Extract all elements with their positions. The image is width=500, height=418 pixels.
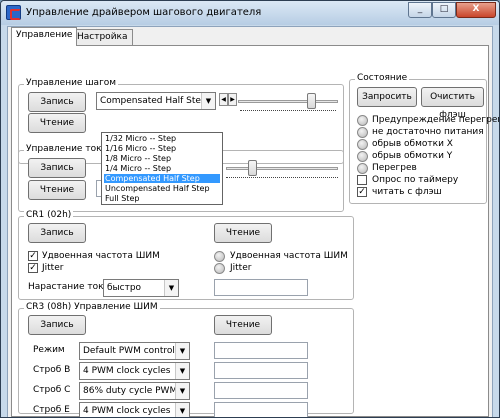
read-flash-checkbox[interactable]: ✓ (357, 187, 367, 197)
step-option-1-8[interactable]: 1/8 Micro -- Step (104, 154, 220, 163)
overheat-warning-indicator (357, 115, 368, 126)
read-double-pwm-label: Удвоенная частота ШИМ (230, 251, 348, 261)
pwm-mode-combo[interactable]: Default PWM control ▼ (79, 342, 190, 360)
strobe-b-combo[interactable]: 4 PWM clock cycles ▼ (79, 362, 190, 380)
cr1-title: CR1 (02h) (24, 210, 74, 220)
current-slider-thumb[interactable] (248, 160, 257, 176)
strobe-e-value: 4 PWM clock cycles (83, 406, 171, 416)
strobe-c-value: 86% duty cycle PWM regu (83, 386, 190, 396)
current-read-button[interactable]: Чтение (28, 180, 86, 200)
strobe-e-read-field[interactable] (214, 402, 308, 417)
strobe-b-read-field[interactable] (214, 362, 308, 379)
step-mode-combo[interactable]: Compensated Half Step ▼ (96, 92, 216, 110)
open-winding-y-label: обрыв обмотки Y (372, 151, 453, 161)
window-title: Управление драйвером шагового двигателя (26, 7, 262, 18)
tab-control[interactable]: Управление (11, 27, 78, 46)
jitter-checkbox[interactable]: ✓ (28, 263, 38, 273)
step-option-compensated-half[interactable]: Compensated Half Step (104, 174, 220, 183)
step-slider-ticks (240, 110, 336, 112)
cr3-write-button[interactable]: Запись (28, 315, 86, 335)
strobe-b-label: Строб B (33, 365, 71, 375)
current-slider-track[interactable] (226, 167, 338, 170)
cr3-read-button[interactable]: Чтение (214, 315, 272, 335)
step-read-button[interactable]: Чтение (28, 113, 86, 133)
undervoltage-label: не достаточно питания (372, 127, 484, 137)
current-rise-value: быстро (107, 283, 142, 293)
strobe-e-label: Строб E (33, 405, 70, 415)
chevron-down-icon: ▼ (175, 343, 189, 359)
step-option-full[interactable]: Full Step (104, 194, 220, 203)
double-pwm-label: Удвоенная частота ШИМ (42, 251, 160, 261)
step-control-title: Управление шагом (24, 78, 119, 88)
read-double-pwm-indicator (214, 251, 225, 262)
spin-left-icon[interactable]: ◀ (219, 93, 228, 106)
overheat-label: Перегрев (372, 163, 417, 173)
cr1-write-button[interactable]: Запись (28, 223, 86, 243)
request-button[interactable]: Запросить (357, 87, 417, 107)
chevron-down-icon: ▼ (164, 280, 178, 296)
step-option-uncompensated-half[interactable]: Uncompensated Half Step (104, 184, 220, 193)
spin-right-icon[interactable]: ▶ (228, 93, 237, 106)
jitter-label: Jitter (42, 263, 64, 273)
status-title: Состояние (355, 73, 410, 83)
strobe-c-combo[interactable]: 86% duty cycle PWM regu ▼ (79, 382, 190, 400)
app-window: Управление драйвером шагового двигателя … (0, 0, 500, 418)
overheat-indicator (357, 163, 368, 174)
cr1-read-button[interactable]: Чтение (214, 223, 272, 243)
step-mode-value: Compensated Half Step (100, 96, 207, 106)
open-winding-x-indicator (357, 139, 368, 150)
double-pwm-checkbox[interactable]: ✓ (28, 251, 38, 261)
overheat-warning-label: Предупреждение перегрева (372, 115, 500, 125)
timer-poll-label: Опрос по таймеру (372, 175, 459, 185)
chevron-down-icon: ▼ (175, 363, 189, 379)
strobe-c-label: Строб C (33, 385, 71, 395)
open-winding-x-label: обрыв обмотки X (372, 139, 453, 149)
chevron-down-icon: ▼ (175, 383, 189, 399)
tab-settings[interactable]: Настройка (72, 29, 133, 45)
read-jitter-indicator (214, 263, 225, 274)
strobe-e-combo[interactable]: 4 PWM clock cycles ▼ (79, 402, 190, 417)
current-rise-label: Нарастание тока (28, 282, 110, 292)
current-rise-read-field[interactable] (214, 279, 308, 296)
pwm-mode-label: Режим (33, 345, 65, 355)
minimize-button[interactable]: _ (408, 2, 432, 18)
client-area: Управление Настройка Управление шагом За… (7, 26, 499, 417)
cr3-title: CR3 (08h) Управление ШИМ (24, 302, 160, 312)
open-winding-y-indicator (357, 151, 368, 162)
tab-panel: Управление шагом Запись Чтение Compensat… (11, 45, 499, 417)
step-option-1-16[interactable]: 1/16 Micro -- Step (104, 144, 220, 153)
maximize-button[interactable]: □ (432, 2, 456, 18)
step-write-button[interactable]: Запись (28, 92, 86, 112)
title-bar[interactable]: Управление драйвером шагового двигателя … (1, 1, 499, 25)
undervoltage-indicator (357, 127, 368, 138)
chevron-down-icon: ▼ (175, 403, 189, 417)
current-slider-ticks (226, 177, 338, 179)
clear-flash-button[interactable]: Очистить флэш (421, 87, 484, 120)
pwm-mode-value: Default PWM control (83, 346, 175, 356)
app-icon (6, 5, 21, 20)
step-slider-track[interactable] (238, 100, 338, 103)
step-option-1-32[interactable]: 1/32 Micro -- Step (104, 134, 220, 143)
pwm-mode-read-field[interactable] (214, 342, 308, 359)
read-jitter-label: Jitter (230, 263, 252, 273)
step-mode-dropdown: 1/32 Micro -- Step 1/16 Micro -- Step 1/… (101, 132, 223, 205)
strobe-c-read-field[interactable] (214, 382, 308, 399)
chevron-down-icon: ▼ (201, 93, 215, 109)
step-option-1-4[interactable]: 1/4 Micro -- Step (104, 164, 220, 173)
current-write-button[interactable]: Запись (28, 158, 86, 178)
step-slider-thumb[interactable] (307, 93, 316, 109)
read-flash-label: читать с флэш (372, 187, 442, 197)
close-button[interactable]: X (456, 2, 496, 18)
strobe-b-value: 4 PWM clock cycles (83, 366, 171, 376)
current-rise-combo[interactable]: быстро ▼ (103, 279, 179, 297)
timer-poll-checkbox[interactable] (357, 175, 367, 185)
